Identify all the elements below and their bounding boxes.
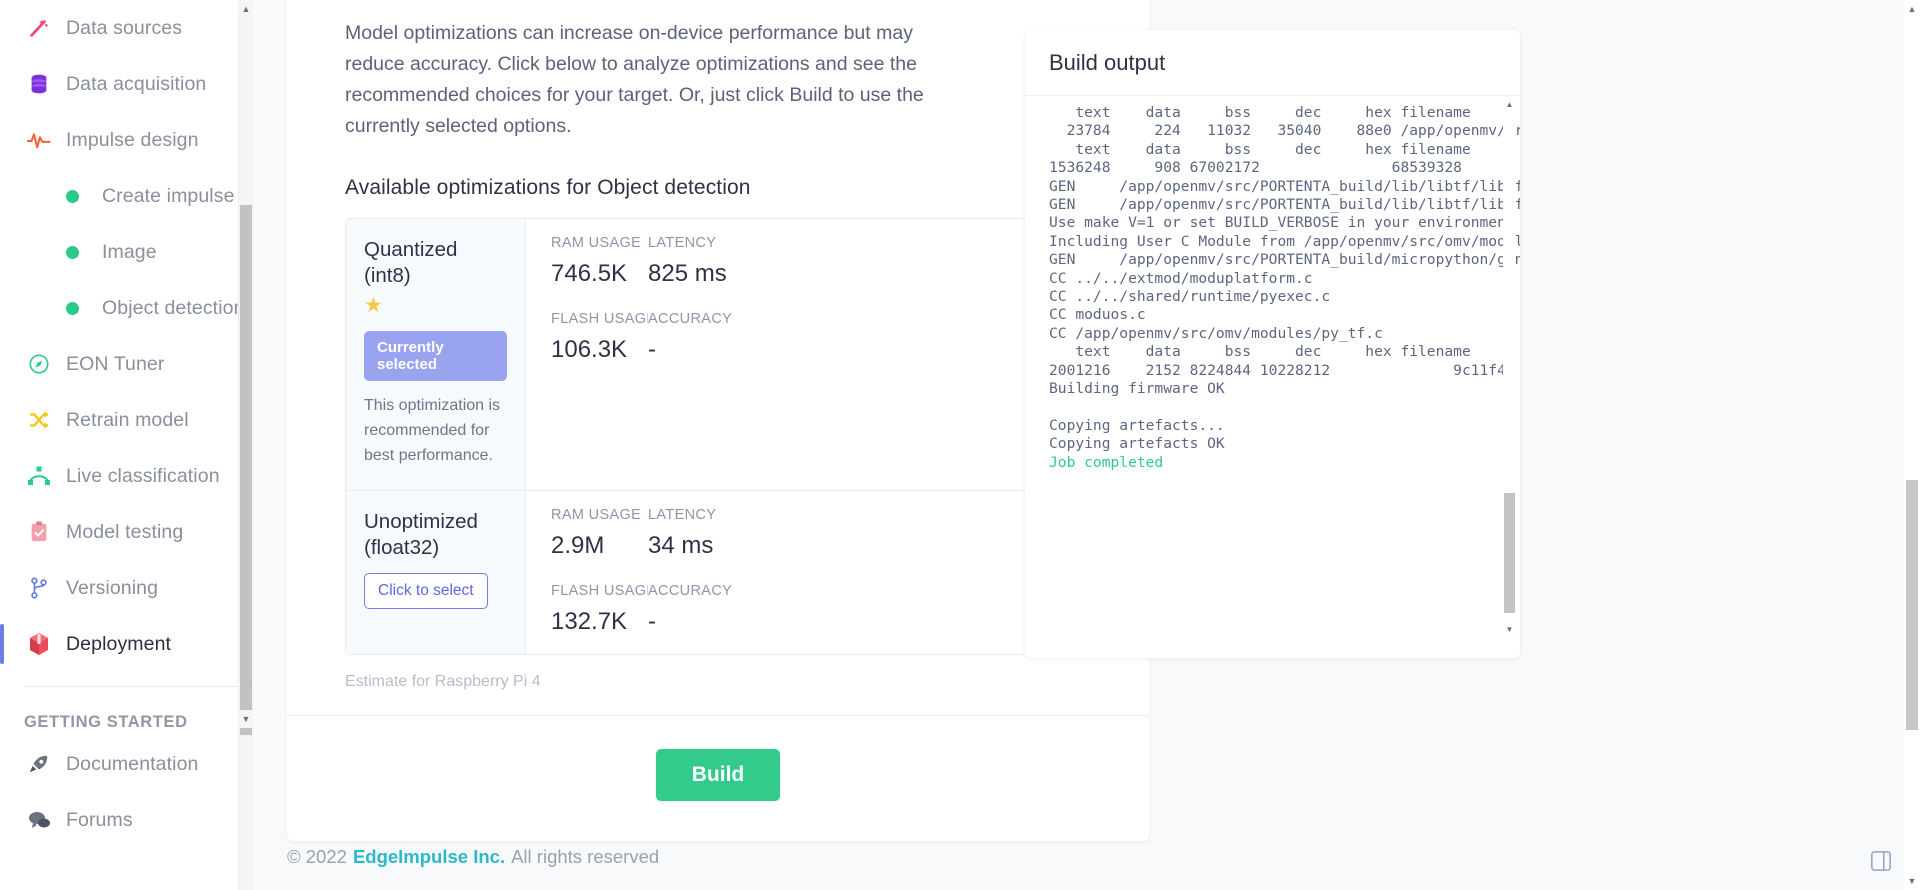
metric-value: 34 ms <box>648 532 745 560</box>
database-icon <box>22 72 56 96</box>
click-to-select-button[interactable]: Click to select <box>364 573 488 609</box>
deployment-card: Model optimizations can increase on-devi… <box>287 0 1149 841</box>
estimate-note: Estimate for Raspberry Pi 4 <box>345 673 1149 691</box>
git-branch-icon <box>22 576 56 600</box>
page-scroll-down-icon[interactable]: ▼ <box>1904 872 1920 890</box>
sidebar-item-label: Image <box>102 241 157 264</box>
console-scrollbar-thumb[interactable] <box>1504 493 1515 613</box>
sidebar-item-label: EON Tuner <box>66 353 164 376</box>
pulse-wave-icon <box>22 128 56 152</box>
status-badge: Currently selected <box>364 331 507 381</box>
metric-value: - <box>648 608 745 636</box>
sidebar-item-label: Retrain model <box>66 409 189 432</box>
metric-value: 106.3K <box>551 336 648 364</box>
intro-text: Model optimizations can increase on-devi… <box>287 0 987 142</box>
green-dot-icon <box>66 190 79 203</box>
sidebar-item-label: Documentation <box>66 753 198 776</box>
metric-label: FLASH USAGE <box>551 311 648 329</box>
sidebar-item-label: Versioning <box>66 577 158 600</box>
console-scroll-up-icon[interactable]: ▲ <box>1503 96 1516 112</box>
optimizations-table: Quantized (int8) ★ Currently selected Th… <box>345 218 1059 655</box>
rocket-icon <box>22 752 56 776</box>
footer-brand-link[interactable]: EdgeImpulse Inc. <box>353 846 505 868</box>
metric-value: 132.7K <box>551 608 648 636</box>
optimization-metrics: RAM USAGE 2.9M LATENCY 34 ms FLASH USAGE… <box>526 491 1058 654</box>
metrics-row: FLASH USAGE 132.7K ACCURACY - <box>551 583 1058 636</box>
optimization-name: Unoptimized (float32) <box>364 509 507 561</box>
metrics-row: RAM USAGE 746.5K LATENCY 825 ms <box>551 235 1058 288</box>
metric-accuracy: ACCURACY - <box>648 583 745 636</box>
sidebar-item-label: Impulse design <box>66 129 199 152</box>
main-content: Model optimizations can increase on-devi… <box>255 0 1920 890</box>
build-output-panel: Build output text data bss dec hex filen… <box>1025 30 1520 658</box>
optimization-metrics: RAM USAGE 746.5K LATENCY 825 ms FLASH US… <box>526 219 1058 490</box>
optimization-summary: Unoptimized (float32) Click to select <box>346 491 526 654</box>
metric-value: - <box>648 336 745 364</box>
chat-bubbles-icon <box>22 808 56 832</box>
metric-label: LATENCY <box>648 507 745 525</box>
clipboard-check-icon <box>22 520 56 544</box>
metric-value: 2.9M <box>551 532 648 560</box>
optimization-name: Quantized (int8) <box>364 237 507 289</box>
green-dot-icon <box>66 302 79 315</box>
metric-latency: LATENCY 825 ms <box>648 235 745 288</box>
sidebar-scrollbar-thumb[interactable] <box>240 205 252 735</box>
green-dot-icon <box>66 246 79 259</box>
console-log: text data bss dec hex filename 23784 224… <box>1049 104 1519 472</box>
footer: © 2022 EdgeImpulse Inc. All rights reser… <box>255 824 1920 890</box>
footer-rights: All rights reserved <box>511 846 659 868</box>
sidebar-item-label: Data acquisition <box>66 73 206 96</box>
metric-value: 746.5K <box>551 260 648 288</box>
scroll-up-arrow-icon[interactable]: ▲ <box>238 0 254 18</box>
console-final-status: Job completed <box>1049 454 1163 471</box>
footer-copyright: © 2022 <box>287 846 347 868</box>
metric-label: RAM USAGE <box>551 507 648 525</box>
metric-flash-usage: FLASH USAGE 106.3K <box>551 311 648 364</box>
metric-label: FLASH USAGE <box>551 583 648 601</box>
metric-label: LATENCY <box>648 235 745 253</box>
console-scroll-down-icon[interactable]: ▼ <box>1503 621 1516 637</box>
shuffle-icon <box>22 408 56 432</box>
metrics-row: FLASH USAGE 106.3K ACCURACY - <box>551 311 1058 364</box>
page-scrollbar-track[interactable] <box>1904 0 1920 890</box>
optimization-summary: Quantized (int8) ★ Currently selected Th… <box>346 219 526 490</box>
feedback-icon[interactable] <box>1870 850 1892 872</box>
metric-latency: LATENCY 34 ms <box>648 507 745 560</box>
table-row[interactable]: Quantized (int8) ★ Currently selected Th… <box>346 219 1058 491</box>
build-output-title: Build output <box>1025 30 1520 96</box>
sidebar-item-label: Forums <box>66 809 133 832</box>
metric-label: ACCURACY <box>648 583 745 601</box>
metric-flash-usage: FLASH USAGE 132.7K <box>551 583 648 636</box>
sidebar-item-label: Deployment <box>66 633 171 656</box>
section-title: Available optimizations for Object detec… <box>287 142 1149 200</box>
metric-label: ACCURACY <box>648 311 745 329</box>
table-row[interactable]: Unoptimized (float32) Click to select RA… <box>346 491 1058 654</box>
metric-label: RAM USAGE <box>551 235 648 253</box>
sidebar-item-label: Object detection <box>102 297 245 320</box>
metric-value: 825 ms <box>648 260 745 288</box>
metric-accuracy: ACCURACY - <box>648 311 745 364</box>
build-button-container: Build <box>287 716 1149 841</box>
sidebar-item-label: Live classification <box>66 465 220 488</box>
console-log-text: text data bss dec hex filename 23784 224… <box>1049 104 1520 452</box>
metric-ram-usage: RAM USAGE 746.5K <box>551 235 648 288</box>
sidebar-item-label: Create impulse <box>102 185 235 208</box>
scroll-down-arrow-icon[interactable]: ▼ <box>238 710 254 728</box>
sidebar: Data sources Data acquisition Impulse de… <box>0 0 288 890</box>
page-scrollbar-thumb[interactable] <box>1906 480 1918 730</box>
star-icon: ★ <box>364 293 507 318</box>
page-scroll-up-icon[interactable]: ▲ <box>1904 0 1920 18</box>
compass-icon <box>22 352 56 376</box>
box-icon <box>22 632 56 656</box>
sparkle-wand-icon <box>22 16 56 40</box>
sidebar-item-label: Data sources <box>66 17 182 40</box>
build-button[interactable]: Build <box>656 749 781 801</box>
network-icon <box>22 464 56 488</box>
sidebar-item-label: Model testing <box>66 521 183 544</box>
optimization-note: This optimization is recommended for bes… <box>364 393 507 468</box>
build-output-body[interactable]: text data bss dec hex filename 23784 224… <box>1025 96 1520 658</box>
metrics-row: RAM USAGE 2.9M LATENCY 34 ms <box>551 507 1058 560</box>
metric-ram-usage: RAM USAGE 2.9M <box>551 507 648 560</box>
